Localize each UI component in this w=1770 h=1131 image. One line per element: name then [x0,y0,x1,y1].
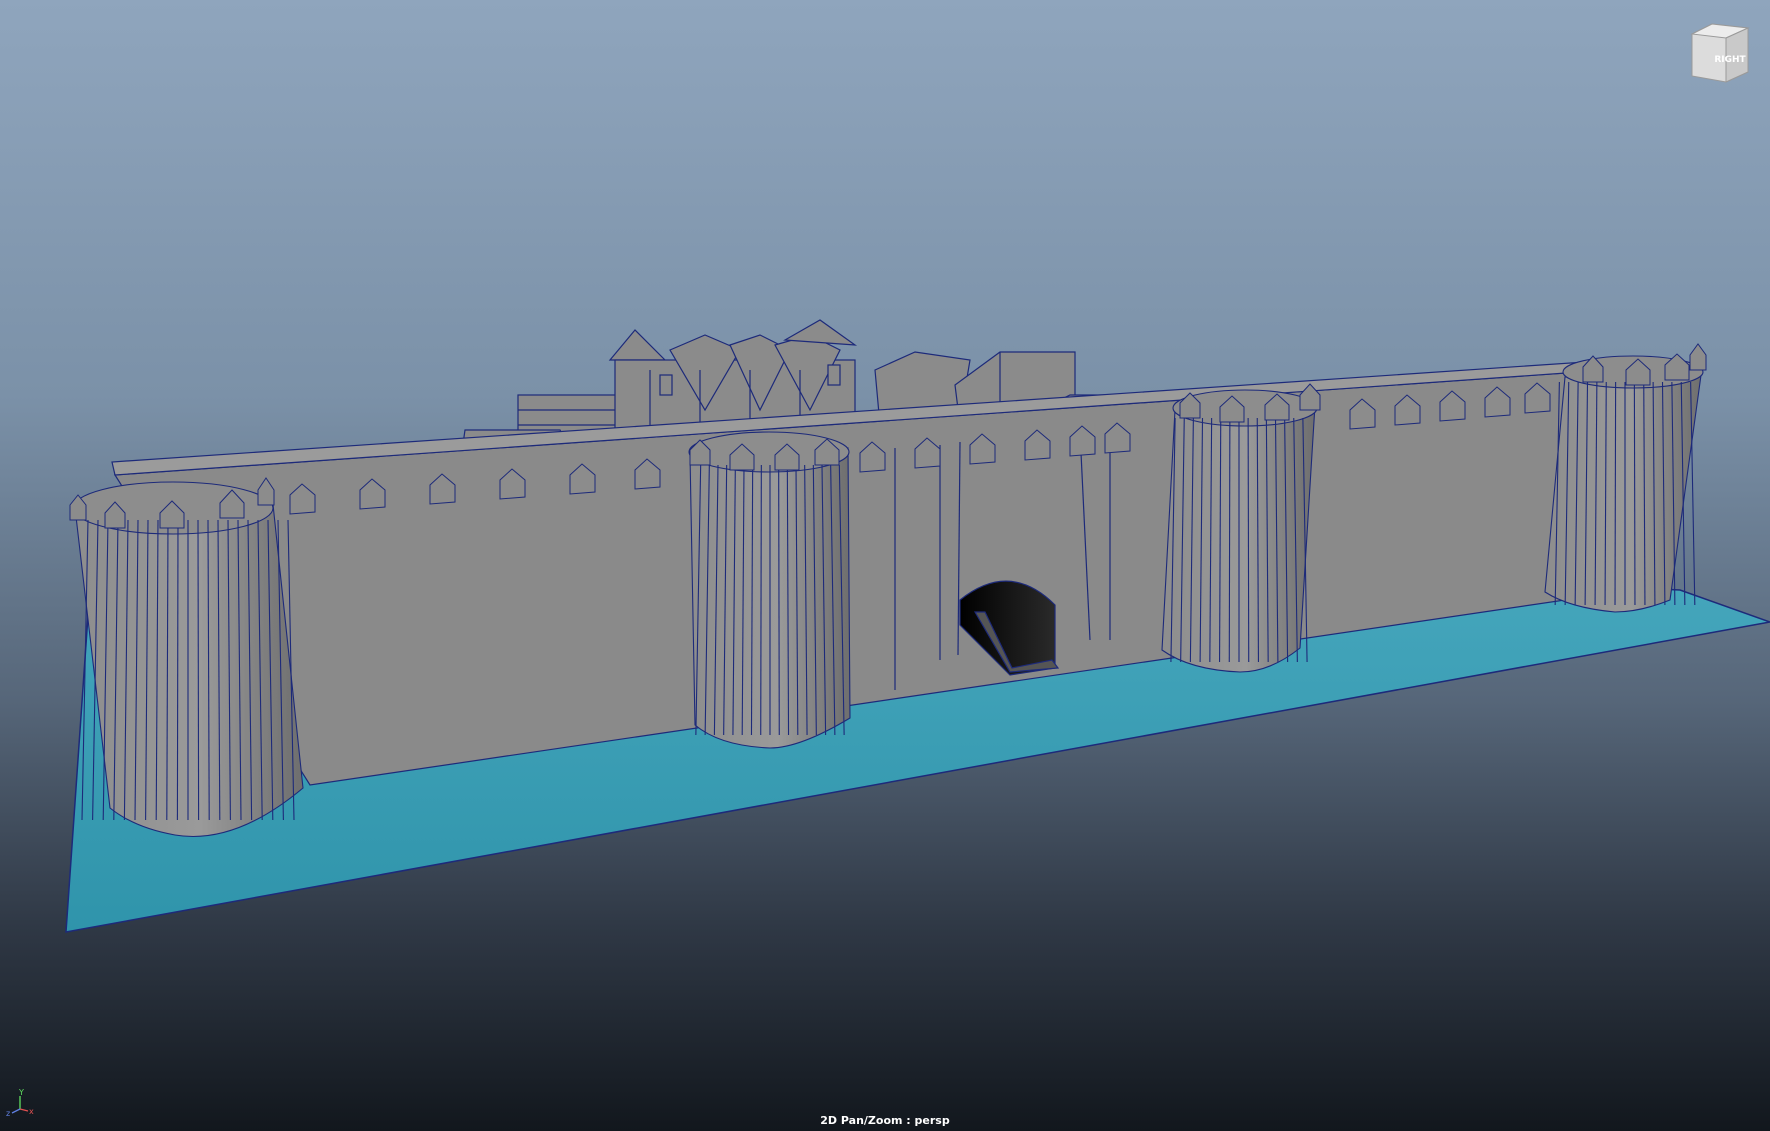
y-axis-label: Y [18,1088,24,1097]
z-axis-line [11,1108,21,1114]
view-cube[interactable]: RIGHT [1686,20,1752,86]
castle-wall-scene [65,319,1770,933]
tower-wireframe-line [197,519,200,821]
3d-viewport[interactable]: RIGHT Y x z 2D Pan/Zoom : persp [0,0,1770,1131]
tower-wireframe-line [760,464,762,736]
tower-wireframe-line [1614,381,1617,606]
tower-center-left[interactable] [688,431,851,749]
tower-left[interactable] [72,481,304,838]
axis-indicator: Y x z [6,1088,34,1117]
tower-right[interactable] [1544,355,1704,613]
tower-wireframe-line [1247,417,1250,663]
tower-wireframe-line [778,464,780,736]
tower-wireframe-line [176,519,179,821]
tower-center-right[interactable] [1161,389,1318,673]
view-cube-face-label[interactable]: RIGHT [1714,55,1746,65]
x-axis-line [19,1108,29,1112]
tower-wireframe-line [1633,381,1636,606]
camera-mode-label: 2D Pan/Zoom : persp [820,1114,950,1127]
tower-wireframe-line [1228,417,1231,663]
